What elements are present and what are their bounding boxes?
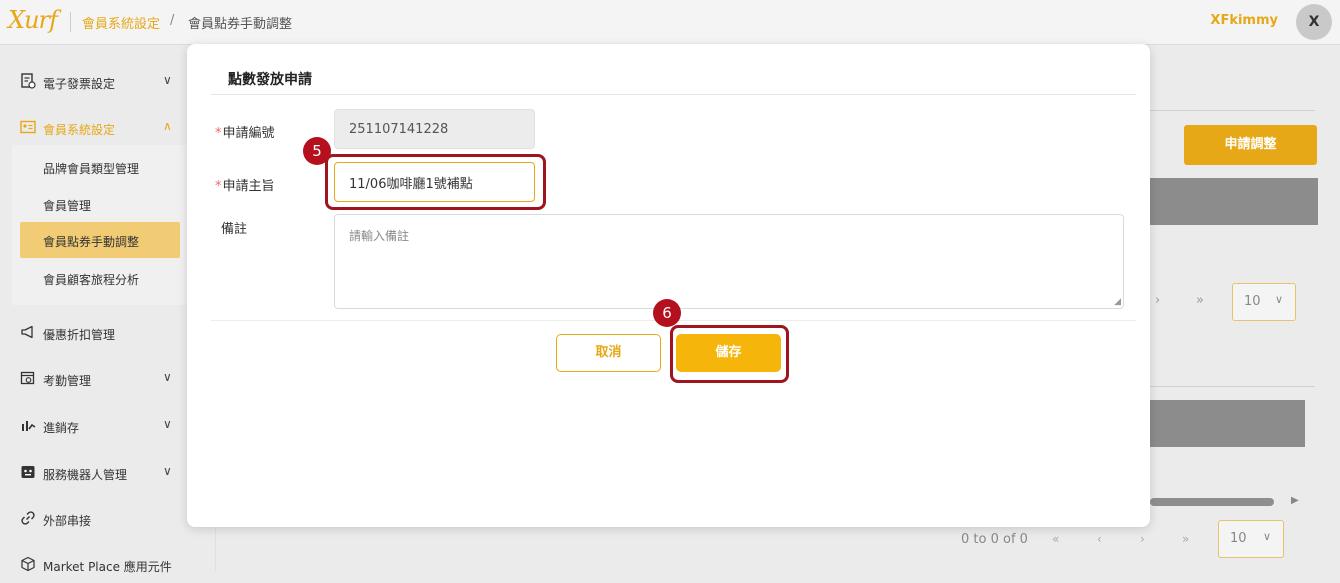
modal-divider [211,94,1136,95]
remark-label: 備註 [221,222,248,237]
xurf-logo[interactable]: Xurf [8,6,58,34]
submenu-item-manual-points-adjust[interactable]: 會員點券手動調整 [20,222,180,258]
pager-prev-button[interactable]: ‹ [1097,532,1102,546]
sidebar-item-inventory[interactable]: 進銷存 ∨ [0,408,200,444]
required-mark: * [215,179,222,194]
sidebar-item-label: 服務機器人管理 [43,468,128,482]
pager-next-button[interactable]: › [1155,293,1160,308]
app-no-input [334,109,535,149]
breadcrumb-current-page: 會員點券手動調整 [188,17,293,32]
breadcrumb-member-settings[interactable]: 會員系統設定 [82,13,160,32]
apply-adjustment-button[interactable]: 申請調整 [1184,125,1317,165]
chevron-up-icon: ∧ [163,119,172,133]
remark-textarea[interactable]: 請輸入備註 ◢ [334,214,1124,309]
sidebar-item-discounts[interactable]: 優惠折扣管理 [0,315,200,351]
member-settings-submenu: 品牌會員類型管理 會員管理 會員點券手動調整 會員顧客旅程分析 [12,145,188,305]
submenu-item-label: 品牌會員類型管理 [43,162,140,176]
submenu-item-brand-member-types[interactable]: 品牌會員類型管理 [20,149,180,185]
sidebar-item-service-robots[interactable]: 服務機器人管理 ∨ [0,455,200,491]
calendar-clock-icon [20,370,38,388]
robot-icon [20,464,38,482]
content-divider [1150,110,1315,111]
sidebar-item-external-integration[interactable]: 外部串接 [0,501,200,537]
inventory-chart-icon [20,417,38,435]
callout-number-6: 6 [653,299,681,327]
pager-first-button[interactable]: « [1052,532,1059,546]
top-header: Xurf 會員系統設定 / 會員點券手動調整 XFkimmy X [0,0,1340,45]
sidebar-item-e-invoice[interactable]: 電子發票設定 ∨ [0,64,200,100]
modal-title: 點數發放申請 [228,72,312,88]
chevron-down-icon: ∨ [163,417,172,431]
sidebar-item-label: Market Place 應用元件 [43,560,172,574]
chevron-down-icon: ∨ [163,73,172,87]
sidebar: 電子發票設定 ∨ 會員系統設定 ∧ 品牌會員類型管理 會員管理 會員點券手動調整… [0,45,216,574]
member-card-icon [20,119,38,137]
chevron-down-icon: ∨ [1274,293,1283,306]
page-size-value: 10 [1244,294,1261,309]
page-size-select[interactable]: 10 ∨ [1218,520,1284,558]
submenu-item-label: 會員顧客旅程分析 [43,273,140,287]
sidebar-item-label: 考勤管理 [43,374,92,388]
resize-handle-icon[interactable]: ◢ [1114,297,1121,307]
pager-summary: 0 to 0 of 0 [961,532,1028,547]
submenu-item-label: 會員管理 [43,199,92,213]
sidebar-item-member-settings[interactable]: 會員系統設定 ∧ [0,110,200,146]
scroll-right-arrow-icon[interactable]: ▶ [1291,495,1299,506]
sidebar-item-label: 外部串接 [43,514,92,528]
pager-next-button[interactable]: › [1140,532,1145,546]
pager-last-button[interactable]: » [1196,293,1204,308]
subject-label: *申請主旨 [215,179,275,194]
sidebar-item-marketplace[interactable]: Market Place 應用元件 [0,547,200,583]
highlight-subject-input [325,154,546,210]
sidebar-item-label: 優惠折扣管理 [43,328,116,342]
required-mark: * [215,126,222,141]
chevron-down-icon: ∨ [1262,530,1271,543]
page-size-value: 10 [1230,531,1247,546]
submenu-item-member-management[interactable]: 會員管理 [20,186,180,222]
submenu-item-customer-journey[interactable]: 會員顧客旅程分析 [20,260,180,296]
table-header-bar [1150,400,1305,447]
cancel-button[interactable]: 取消 [556,334,661,372]
remark-placeholder: 請輸入備註 [349,229,410,243]
chevron-down-icon: ∨ [163,464,172,478]
submenu-item-label: 會員點券手動調整 [43,235,140,249]
highlight-save-button [670,325,789,383]
invoice-icon [20,73,38,91]
avatar[interactable]: X [1296,4,1332,40]
sidebar-item-label: 會員系統設定 [43,123,116,137]
app-no-label: *申請編號 [215,126,275,141]
points-issue-modal: 點數發放申請 *申請編號 *申請主旨 備註 請輸入備註 ◢ 取消 儲存 [187,44,1150,527]
pager-last-button[interactable]: » [1182,532,1189,546]
table-header-bar [1150,178,1318,225]
link-icon [20,510,38,528]
sidebar-item-label: 進銷存 [43,421,80,435]
logo-divider [70,12,71,32]
breadcrumb-separator: / [170,13,175,28]
page-size-select[interactable]: 10 ∨ [1232,283,1296,321]
horizontal-scrollbar[interactable] [1150,498,1274,506]
username[interactable]: XFkimmy [1210,13,1278,28]
sidebar-item-label: 電子發票設定 [43,77,116,91]
sidebar-item-attendance[interactable]: 考勤管理 ∨ [0,361,200,397]
cube-icon [20,556,38,574]
content-divider [1150,386,1315,387]
megaphone-icon [20,324,38,342]
chevron-down-icon: ∨ [163,370,172,384]
callout-number-5: 5 [303,137,331,165]
